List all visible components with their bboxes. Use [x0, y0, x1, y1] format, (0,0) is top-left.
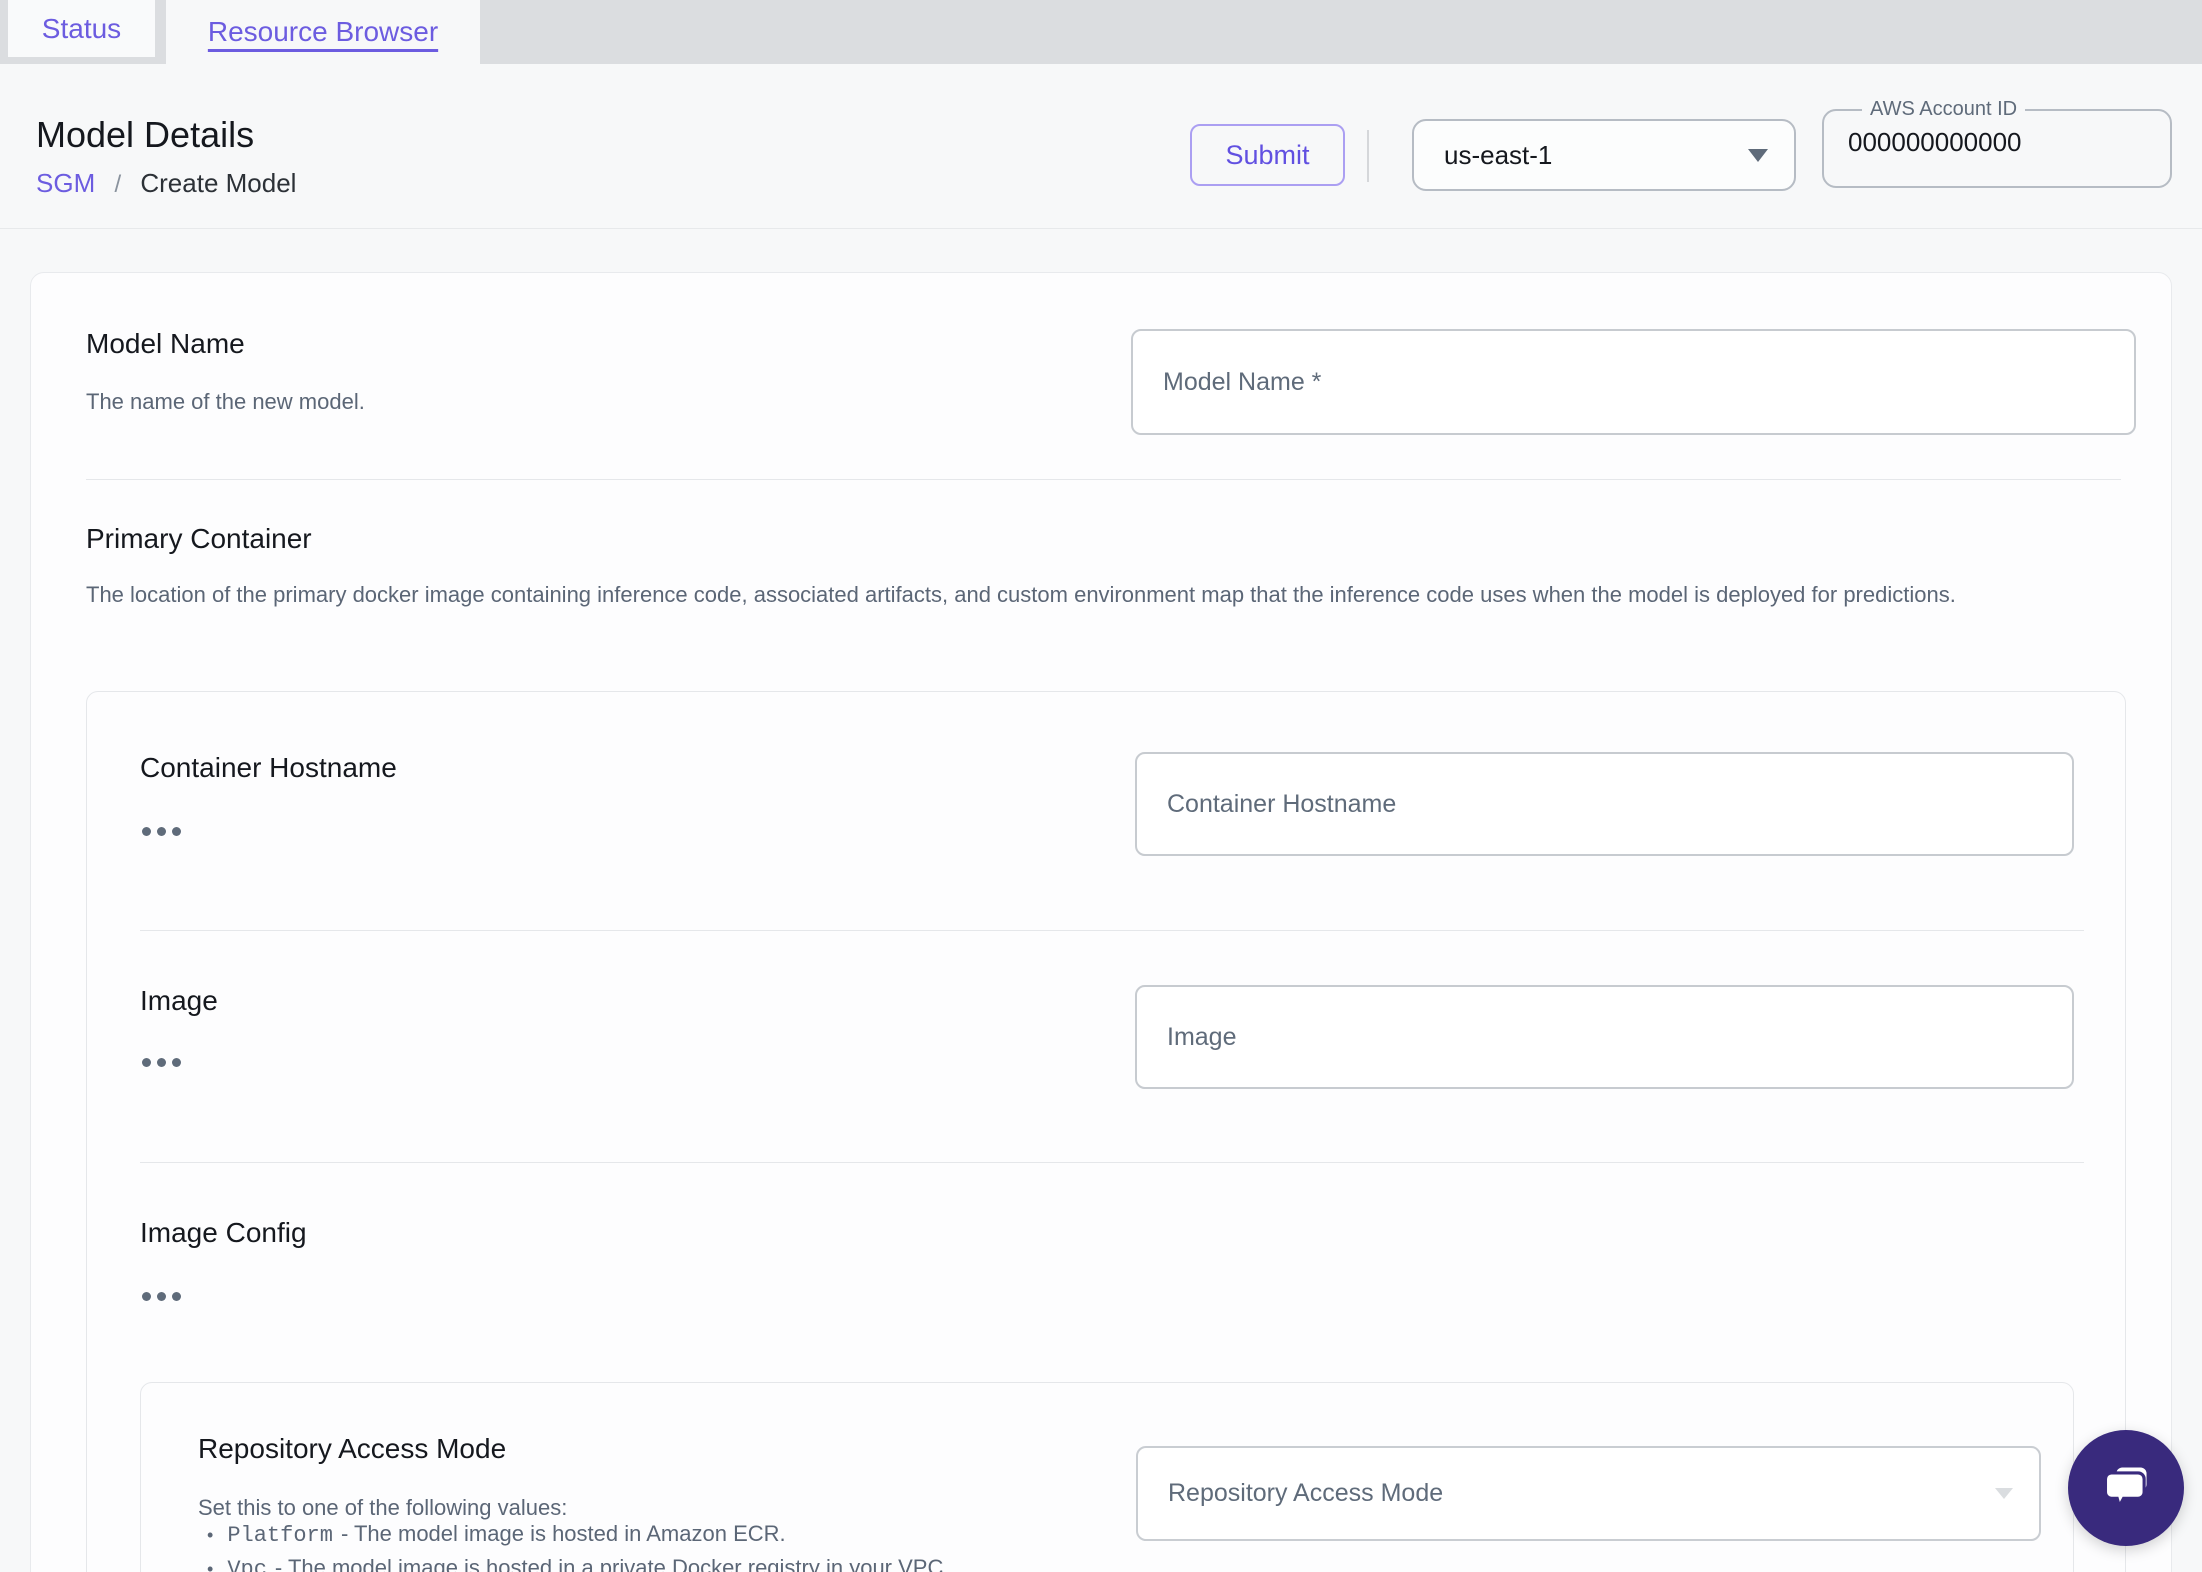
- repository-access-mode-label: Repository Access Mode: [198, 1433, 507, 1464]
- primary-container-label: Primary Container: [86, 523, 312, 554]
- model-name-description: The name of the new model.: [86, 389, 365, 414]
- tab-bar: Status Resource Browser: [0, 0, 2202, 64]
- breadcrumb-separator: /: [114, 171, 122, 198]
- field-divider: [140, 1162, 2084, 1163]
- field-divider: [140, 930, 2084, 931]
- page-header: Model Details SGM / Create Model Submit …: [0, 64, 2202, 229]
- app-window: Status Resource Browser Model Details SG…: [0, 0, 2202, 1572]
- submit-button[interactable]: Submit: [1190, 124, 1345, 186]
- image-more-ellipsis-icon[interactable]: [142, 1058, 181, 1067]
- breadcrumb-root-link[interactable]: SGM: [36, 168, 95, 198]
- bullet-icon: •: [207, 1525, 214, 1545]
- repository-access-mode-options-list: • Platform - The model image is hosted i…: [207, 1521, 949, 1572]
- image-label: Image: [140, 985, 218, 1016]
- model-details-card: Model Name The name of the new model. Pr…: [30, 272, 2172, 1572]
- section-divider: [86, 479, 2121, 480]
- repository-access-mode-placeholder: Repository Access Mode: [1168, 1479, 1444, 1507]
- chat-launcher-button[interactable]: [2068, 1430, 2184, 1546]
- breadcrumb: SGM / Create Model: [36, 168, 296, 199]
- list-item: • Platform - The model image is hosted i…: [207, 1521, 949, 1555]
- repository-access-mode-select[interactable]: Repository Access Mode: [1136, 1446, 2041, 1541]
- page-title: Model Details: [36, 114, 255, 155]
- header-divider: [1367, 130, 1369, 182]
- image-config-group: Repository Access Mode Set this to one o…: [140, 1382, 2074, 1572]
- option-text: - The model image is hosted in a private…: [274, 1555, 950, 1572]
- chevron-down-icon: [1748, 148, 1768, 162]
- aws-account-id-input[interactable]: [1848, 127, 2138, 158]
- list-item: • Vpc - The model image is hosted in a p…: [207, 1555, 949, 1572]
- container-hostname-input[interactable]: [1135, 752, 2074, 856]
- model-name-input[interactable]: [1131, 329, 2136, 435]
- primary-container-description: The location of the primary docker image…: [86, 582, 1956, 607]
- option-code: Vpc: [227, 1557, 267, 1572]
- tab-resource-browser[interactable]: Resource Browser: [166, 0, 480, 64]
- image-config-more-ellipsis-icon[interactable]: [142, 1292, 181, 1301]
- chevron-down-icon: [1995, 1488, 2013, 1499]
- model-name-label: Model Name: [86, 328, 245, 359]
- region-select[interactable]: us-east-1: [1412, 119, 1796, 191]
- bullet-icon: •: [207, 1559, 214, 1572]
- container-hostname-more-ellipsis-icon[interactable]: [142, 827, 181, 836]
- primary-container-group: Container Hostname Image Image Config Re…: [86, 691, 2126, 1572]
- container-hostname-label: Container Hostname: [140, 752, 397, 783]
- region-select-value: us-east-1: [1444, 139, 1553, 170]
- chat-icon: [2103, 1467, 2147, 1511]
- aws-account-id-label: AWS Account ID: [1870, 98, 2018, 120]
- breadcrumb-current: Create Model: [140, 168, 297, 198]
- image-config-label: Image Config: [140, 1217, 307, 1248]
- tab-status[interactable]: Status: [8, 0, 155, 57]
- aws-account-id-field: AWS Account ID: [1822, 98, 2172, 188]
- option-text: - The model image is hosted in Amazon EC…: [340, 1521, 786, 1546]
- image-input[interactable]: [1135, 985, 2074, 1089]
- option-code: Platform: [227, 1523, 333, 1548]
